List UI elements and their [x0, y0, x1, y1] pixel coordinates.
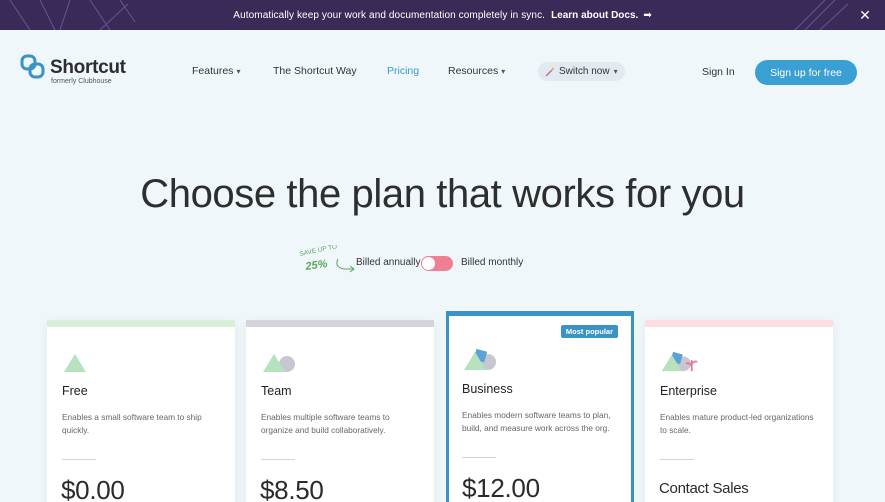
plan-price: $0.00: [61, 475, 125, 502]
nav-pricing-label: Pricing: [387, 65, 420, 77]
divider: [261, 459, 295, 460]
switch-now-label: Switch now: [559, 66, 610, 77]
toggle-knob: [422, 257, 435, 270]
plan-description: Enables multiple software teams to organ…: [261, 412, 390, 435]
switch-now-button[interactable]: Switch now ▾: [538, 62, 625, 81]
plan-card-business: Most popular Business Enables modern sof…: [446, 311, 634, 502]
plan-description: Enables a small software team to ship qu…: [62, 412, 202, 435]
billed-annually-label[interactable]: Billed annually: [356, 257, 421, 268]
save-percent-text: 25%: [304, 258, 329, 273]
sign-up-button[interactable]: Sign up for free: [755, 60, 857, 85]
save-up-to-text: SAVE UP TO: [299, 245, 338, 258]
learn-about-docs-link[interactable]: Learn about Docs.: [551, 10, 638, 21]
chevron-down-icon: ▾: [236, 66, 241, 76]
card-accent-bar: [246, 320, 434, 327]
nav-pricing[interactable]: Pricing: [387, 65, 419, 77]
nav-shortcut-way[interactable]: The Shortcut Way: [273, 65, 357, 77]
card-accent-bar: [47, 320, 235, 327]
divider: [62, 459, 96, 460]
plan-description: Enables modern software teams to plan, b…: [462, 410, 611, 433]
shortcut-logo-icon: [20, 54, 45, 79]
plan-card-enterprise: Enterprise Enables mature product-led or…: [645, 320, 833, 502]
plan-card-team: Team Enables multiple software teams to …: [246, 320, 434, 502]
divider: [462, 457, 496, 458]
shapes-icon: [464, 348, 496, 370]
page-title: Choose the plan that works for you: [140, 172, 745, 216]
nav-features-label: Features: [192, 65, 234, 77]
plan-name: Free: [62, 384, 88, 398]
brand-name: Shortcut: [50, 57, 126, 78]
plan-name: Team: [261, 384, 292, 398]
billing-toggle[interactable]: [421, 256, 453, 271]
brand-tagline: formerly Clubhouse: [51, 78, 112, 85]
plan-name: Business: [462, 382, 513, 396]
shapes-plant-icon: [661, 351, 698, 372]
nav-shortcut-way-label: The Shortcut Way: [273, 65, 357, 77]
announcement-bar: Automatically keep your work and documen…: [0, 0, 885, 30]
sign-in-link[interactable]: Sign In: [702, 66, 735, 78]
triangle-circle-icon: [263, 354, 295, 372]
decorative-lines-icon: [9, 0, 136, 30]
billed-monthly-label[interactable]: Billed monthly: [461, 257, 523, 268]
close-icon[interactable]: ✕: [858, 7, 872, 23]
card-accent-bar: [645, 320, 833, 327]
nav-features[interactable]: Features ▾: [192, 65, 240, 77]
chevron-down-icon: ▾: [613, 67, 618, 76]
chevron-down-icon: ▾: [501, 66, 506, 76]
divider: [660, 459, 694, 460]
announcement-message: Automatically keep your work and documen…: [233, 9, 546, 21]
decorative-lines-icon: [794, 0, 849, 30]
plan-price: $8.50: [260, 475, 324, 502]
plan-price: $12.00: [462, 473, 540, 502]
arrow-right-icon: ➡: [643, 9, 652, 21]
plan-card-free: Free Enables a small software team to sh…: [47, 320, 235, 502]
plan-description: Enables mature product-led organizations…: [660, 412, 814, 435]
nav-resources-label: Resources: [448, 65, 499, 77]
plan-name: Enterprise: [660, 384, 717, 398]
shortcut-logo[interactable]: Shortcut formerly Clubhouse: [20, 54, 130, 88]
savings-callout: SAVE UP TO 25%: [299, 245, 355, 273]
nav-resources[interactable]: Resources ▾: [448, 65, 505, 77]
most-popular-badge: Most popular: [560, 325, 618, 338]
magic-wand-icon: [545, 67, 555, 77]
triangle-icon: [64, 354, 86, 372]
contact-sales-link[interactable]: Contact Sales: [659, 480, 749, 497]
